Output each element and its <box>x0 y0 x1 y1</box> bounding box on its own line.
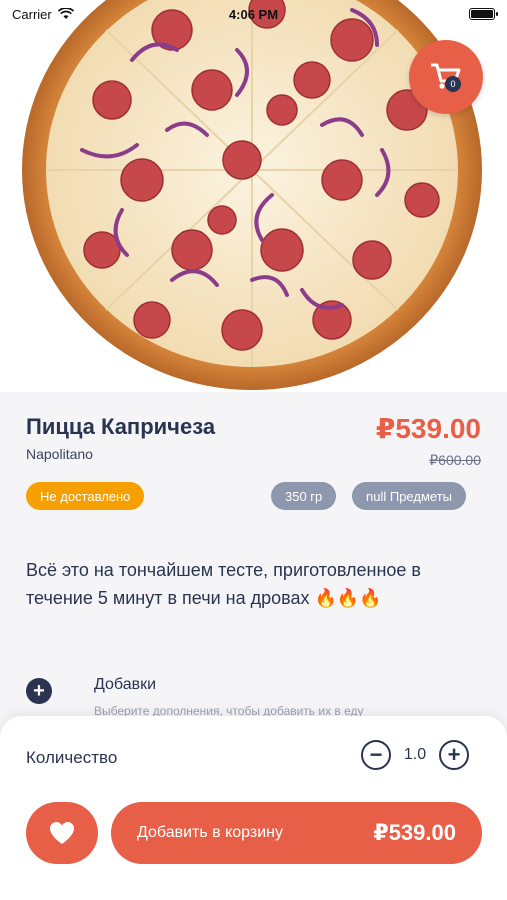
delivery-status-badge: Не доставлено <box>26 482 145 510</box>
addons-title: Добавки <box>94 676 157 693</box>
addons-row[interactable]: + Добавки Выберите дополнения, чтобы доб… <box>26 672 486 718</box>
decrease-quantity-button[interactable]: − <box>361 740 391 770</box>
cart-button[interactable]: 0 <box>409 40 483 114</box>
product-subtitle: Napolitano <box>26 446 93 462</box>
product-description: Всё это на тончайшем тесте, приготовленн… <box>26 560 421 608</box>
add-to-cart-button[interactable]: Добавить в корзину ₽539.00 <box>111 802 482 864</box>
product-title: Пицца Капричеза <box>26 414 216 439</box>
add-to-cart-label: Добавить в корзину <box>137 824 284 841</box>
add-addon-icon[interactable]: + <box>26 678 52 704</box>
status-time: 4:06 PM <box>228 6 279 22</box>
carrier-label: Carrier <box>12 6 52 22</box>
product-old-price: ₽600.00 <box>429 452 481 468</box>
increase-quantity-button[interactable]: + <box>439 740 469 770</box>
heart-icon <box>50 822 74 844</box>
battery-icon <box>469 8 498 20</box>
wifi-icon <box>57 8 74 19</box>
product-info: Пицца Капричеза Napolitano ₽539.00 ₽600.… <box>0 392 507 512</box>
favorite-button[interactable] <box>26 802 98 864</box>
quantity-value: 1.0 <box>403 746 427 763</box>
status-bar: Carrier 4:06 PM <box>0 0 507 28</box>
items-badge: null Предметы <box>352 482 466 510</box>
quantity-label: Количество <box>26 748 118 767</box>
add-to-cart-price: ₽539.00 <box>373 820 456 845</box>
weight-badge: 350 гр <box>271 482 337 510</box>
product-price: ₽539.00 <box>375 413 481 444</box>
cart-count-badge: 0 <box>445 76 461 92</box>
quantity-stepper: − 1.0 + <box>361 740 469 770</box>
bottom-sheet: Количество − 1.0 + Добавить в корзину ₽5… <box>0 716 507 900</box>
